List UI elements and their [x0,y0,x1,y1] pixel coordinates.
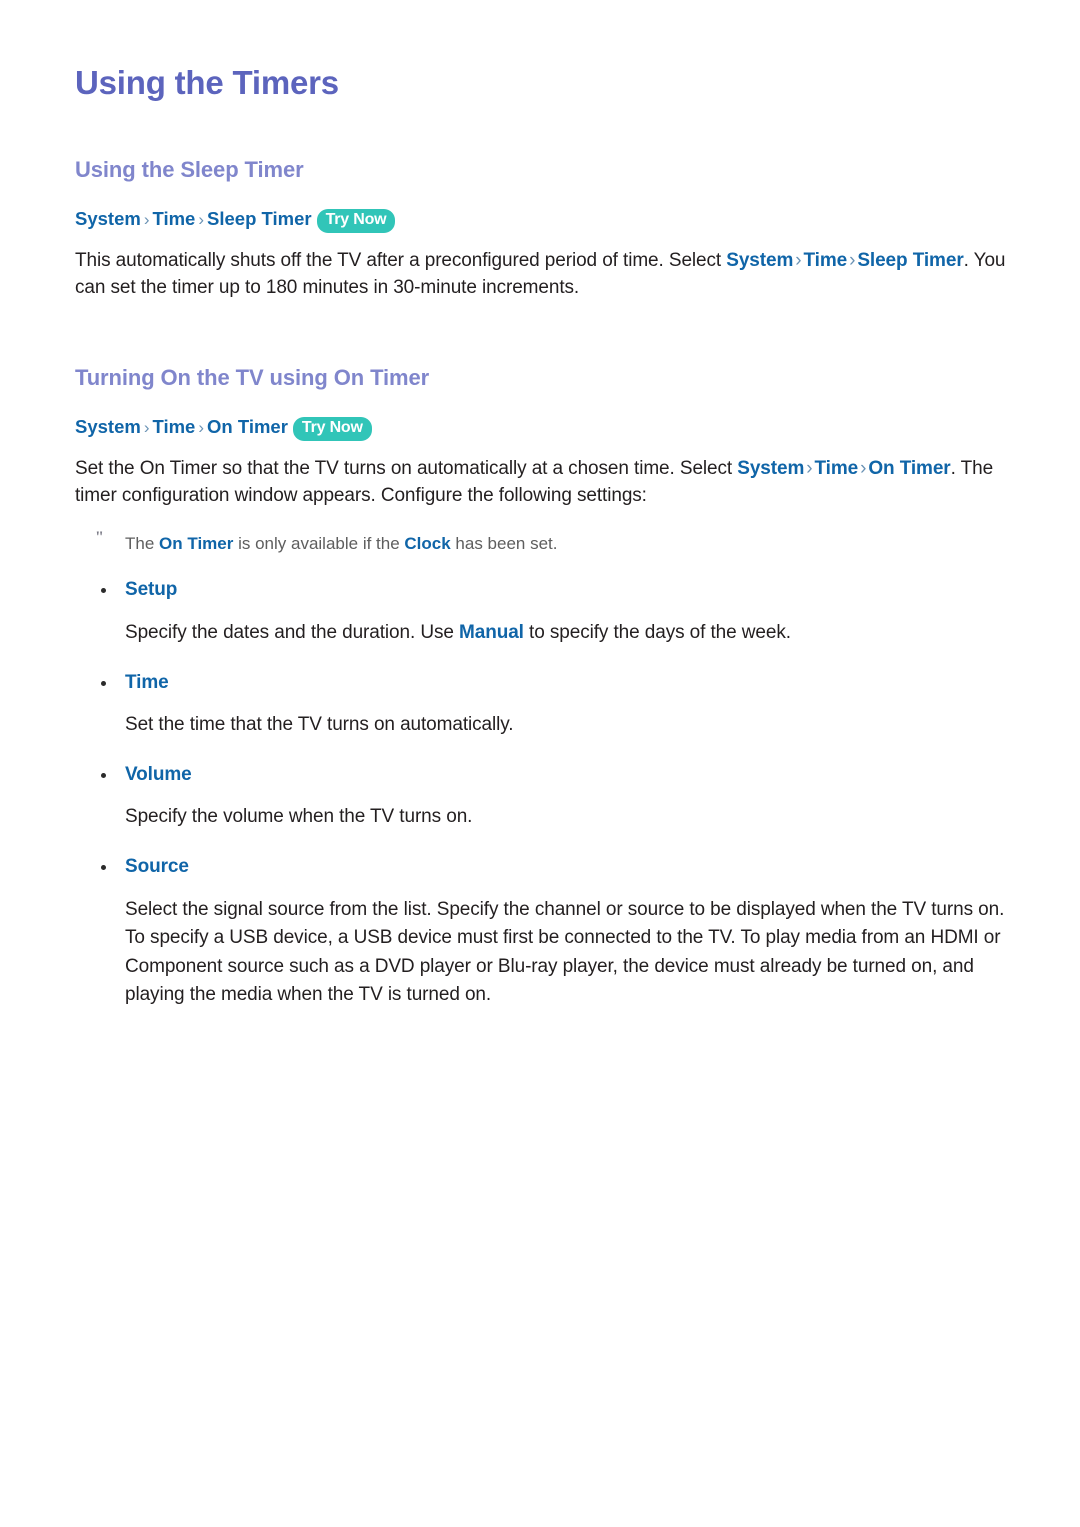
menu-ref-sleep-timer[interactable]: Sleep Timer [857,250,963,271]
note-text-end: has been set. [450,533,558,553]
bullet-dot-icon [101,772,106,778]
breadcrumb-crumb-system[interactable]: System [75,416,141,437]
paragraph-text: Set the On Timer so that the TV turns on… [75,457,738,479]
bullet-label-time[interactable]: Time [125,672,169,693]
breadcrumb-crumb-system[interactable]: System [75,208,141,229]
chevron-right-icon: › [849,249,856,271]
bullet-dot-icon [101,588,106,594]
bullet-description-setup: Specify the dates and the duration. Use … [75,619,1018,648]
menu-ref-clock[interactable]: Clock [404,534,450,553]
section-heading-sleep-timer: Using the Sleep Timer [75,157,304,183]
chevron-right-icon: › [795,249,802,271]
paragraph-sleep-timer: This automatically shuts off the TV afte… [75,247,1018,302]
breadcrumb-on-timer: System › Time › On Timer Try Now [75,415,1018,441]
section-heading-on-timer: Turning On the TV using On Timer [75,364,430,390]
bullet-desc-text: Specify the dates and the duration. Use [125,622,459,644]
bullet-label-source[interactable]: Source [125,856,189,877]
list-item: Source [75,855,1018,880]
chevron-right-icon: › [860,457,867,479]
chevron-right-icon: › [198,209,205,229]
chevron-right-icon: › [143,417,150,437]
chevron-right-icon: › [806,457,813,479]
bullet-description-time: Set the time that the TV turns on automa… [75,711,1018,740]
list-item: Volume [75,763,1018,788]
bullet-description-volume: Specify the volume when the TV turns on. [75,803,1018,832]
chevron-right-icon: › [198,417,205,437]
menu-ref-time[interactable]: Time [815,458,859,479]
chevron-right-icon: › [143,209,150,229]
bullet-dot-icon [101,680,106,686]
menu-ref-system[interactable]: System [737,458,804,479]
breadcrumb-sleep-timer: System › Time › Sleep Timer Try Now [75,207,1018,233]
note-text-cont: is only available if the [233,533,405,553]
page-title: Using the Timers [75,64,339,101]
menu-ref-on-timer[interactable]: On Timer [159,534,233,553]
bullet-description-source: Select the signal source from the list. … [75,896,1018,1010]
menu-ref-system[interactable]: System [726,250,793,271]
paragraph-text: This automatically shuts off the TV afte… [75,249,727,271]
paragraph-on-timer: Set the On Timer so that the TV turns on… [75,455,1018,510]
breadcrumb-crumb-on-timer[interactable]: On Timer [207,416,288,437]
bullet-label-volume[interactable]: Volume [125,764,192,785]
menu-ref-manual[interactable]: Manual [459,622,524,643]
quote-mark-icon: " [95,528,104,546]
note-on-timer-clock: " The On Timer is only available if the C… [75,529,1018,556]
bullet-label-setup[interactable]: Setup [125,579,177,600]
bullet-desc-text-cont: to specify the days of the week. [523,622,791,644]
list-item: Time [75,671,1018,696]
menu-ref-time[interactable]: Time [804,250,848,271]
bullet-desc-text: Specify the volume when the TV turns on. [125,806,473,828]
try-now-badge[interactable]: Try Now [292,416,372,441]
bullet-dot-icon [101,864,106,870]
document-page: Using the Timers Using the Sleep Timer S… [0,0,1080,1527]
breadcrumb-crumb-sleep-timer[interactable]: Sleep Timer [207,208,312,229]
bullet-desc-text: Set the time that the TV turns on automa… [125,714,514,736]
menu-ref-on-timer[interactable]: On Timer [868,458,950,479]
breadcrumb-crumb-time[interactable]: Time [153,416,196,437]
bullet-desc-text: Select the signal source from the list. … [125,898,1005,1006]
list-item: Setup [75,578,1018,603]
try-now-badge[interactable]: Try Now [316,208,396,233]
breadcrumb-crumb-time[interactable]: Time [153,208,196,229]
note-text: The [125,533,160,553]
